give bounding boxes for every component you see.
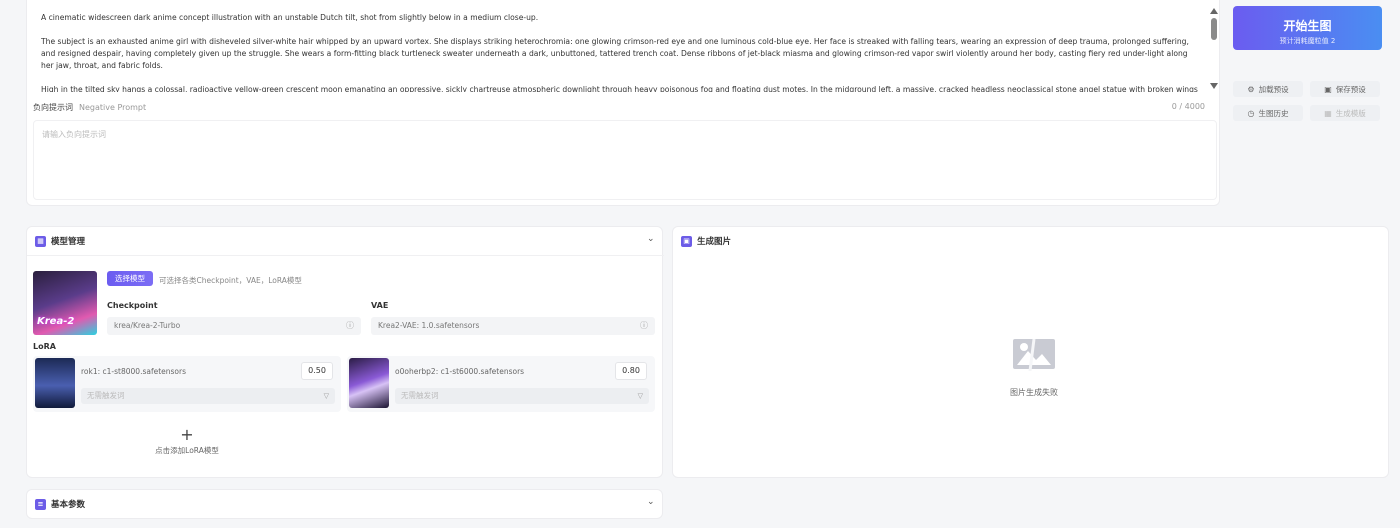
lora-thumbnail xyxy=(35,358,75,408)
lora-label: LoRA xyxy=(33,342,56,351)
negative-prompt-label: 负向提示词 xyxy=(33,103,73,112)
checkpoint-label: Checkpoint xyxy=(107,301,158,310)
document-icon: ≡ xyxy=(35,498,46,510)
generate-template-label: 生成模版 xyxy=(1335,108,1366,118)
negative-prompt-input[interactable]: 请输入负向提示词 xyxy=(33,120,1217,200)
divider xyxy=(27,255,664,256)
vae-label: VAE xyxy=(371,301,389,310)
add-lora-button[interactable]: + 点击添加LoRA模型 xyxy=(147,427,227,456)
chevron-down-icon[interactable]: ⌄ xyxy=(647,497,655,507)
scroll-down-arrow-icon[interactable] xyxy=(1210,83,1218,89)
image-icon: ▣ xyxy=(681,235,692,247)
negative-prompt-label-en: Negative Prompt xyxy=(79,103,147,112)
chevron-down-icon[interactable]: ⌄ xyxy=(647,234,655,244)
basic-params-title: 基本参数 xyxy=(51,500,86,510)
add-lora-label: 点击添加LoRA模型 xyxy=(155,446,219,455)
lora-name: rok1: c1-st8000.safetensors xyxy=(81,367,187,376)
scroll-up-arrow-icon[interactable] xyxy=(1210,8,1218,14)
prompt-scrollbar[interactable] xyxy=(1208,6,1220,92)
vae-field[interactable]: Krea2-VAE: 1.0.safetensors ⓘ xyxy=(371,317,655,335)
image-status: 图片生成失败 xyxy=(1010,388,1058,397)
start-generate-button[interactable]: 开始生图 预计消耗魔粒值 2 xyxy=(1233,6,1382,50)
model-panel-title: 模型管理 xyxy=(51,237,86,247)
basic-params-header: ≡ 基本参数 xyxy=(35,498,85,510)
chevron-down-icon: ▽ xyxy=(637,392,643,400)
prompt-card: A cinematic widescreen dark anime concep… xyxy=(26,0,1220,206)
lora-trigger-select[interactable]: 无需触发词 ▽ xyxy=(81,388,335,404)
image-panel: ▣ 生成图片 图片生成失败 xyxy=(672,226,1389,478)
clock-icon: ◷ xyxy=(1247,108,1255,118)
negative-prompt-header: 负向提示词 Negative Prompt xyxy=(33,102,146,113)
grid-icon: ▦ xyxy=(1324,108,1332,118)
model-panel: ▦ 模型管理 ⌄ Krea-2 选择模型 可选择各类Checkpoint，VAE… xyxy=(26,226,664,478)
select-model-hint: 可选择各类Checkpoint，VAE，LoRA模型 xyxy=(159,276,302,285)
negative-prompt-placeholder: 请输入负向提示词 xyxy=(42,130,106,139)
history-label: 生图历史 xyxy=(1258,108,1289,118)
lora-trigger-placeholder: 无需触发词 xyxy=(87,391,125,400)
info-icon: ⓘ xyxy=(640,321,648,330)
info-icon: ⓘ xyxy=(346,321,354,330)
save-preset-button[interactable]: ▣ 保存预设 xyxy=(1310,81,1380,97)
negative-prompt-count: 0 / 4000 xyxy=(1171,102,1205,111)
lora-weight-input[interactable]: 0.80 xyxy=(615,362,647,380)
lora-trigger-placeholder: 无需触发词 xyxy=(401,391,439,400)
save-preset-label: 保存预设 xyxy=(1335,84,1366,94)
prompt-textarea[interactable]: A cinematic widescreen dark anime concep… xyxy=(41,12,1201,92)
start-generate-label: 开始生图 xyxy=(1283,19,1332,33)
image-panel-header: ▣ 生成图片 xyxy=(681,235,731,247)
chevron-down-icon: ▽ xyxy=(323,392,329,400)
save-icon: ▣ xyxy=(1324,84,1332,94)
lora-trigger-select[interactable]: 无需触发词 ▽ xyxy=(395,388,649,404)
history-button[interactable]: ◷ 生图历史 xyxy=(1233,105,1303,121)
lora-name: o0oherbp2: c1-st6000.safetensors xyxy=(395,367,525,376)
prompt-paragraph: The subject is an exhausted anime girl w… xyxy=(41,37,1189,70)
load-preset-label: 加载预设 xyxy=(1258,84,1289,94)
model-thumbnail-label: Krea-2 xyxy=(37,316,75,327)
checkpoint-field[interactable]: krea/Krea-2-Turbo ⓘ xyxy=(107,317,361,335)
checkpoint-value: krea/Krea-2-Turbo xyxy=(114,321,181,330)
broken-image-icon xyxy=(1013,338,1055,371)
select-model-button[interactable]: 选择模型 xyxy=(107,271,153,286)
scroll-thumb[interactable] xyxy=(1211,18,1217,40)
generate-template-button[interactable]: ▦ 生成模版 xyxy=(1310,105,1380,121)
prompt-paragraph: A cinematic widescreen dark anime concep… xyxy=(41,13,539,22)
lora-thumbnail xyxy=(349,358,389,408)
gear-icon: ⚙ xyxy=(1247,84,1255,94)
lora-weight-input[interactable]: 0.50 xyxy=(301,362,333,380)
load-preset-button[interactable]: ⚙ 加载预设 xyxy=(1233,81,1303,97)
basic-params-panel: ≡ 基本参数 ⌄ xyxy=(26,489,663,519)
vae-value: Krea2-VAE: 1.0.safetensors xyxy=(378,321,480,330)
generate-cost-label: 预计消耗魔粒值 2 xyxy=(1279,37,1336,45)
prompt-paragraph: High in the tilted sky hangs a colossal,… xyxy=(41,85,1198,92)
model-icon: ▦ xyxy=(35,235,46,247)
model-panel-header: ▦ 模型管理 xyxy=(35,235,85,247)
model-thumbnail: Krea-2 xyxy=(33,271,97,335)
plus-icon: + xyxy=(180,425,194,444)
image-panel-title: 生成图片 xyxy=(697,237,732,247)
lora-card: rok1: c1-st8000.safetensors 0.50 无需触发词 ▽ xyxy=(33,356,341,412)
lora-card: o0oherbp2: c1-st6000.safetensors 0.80 无需… xyxy=(347,356,655,412)
